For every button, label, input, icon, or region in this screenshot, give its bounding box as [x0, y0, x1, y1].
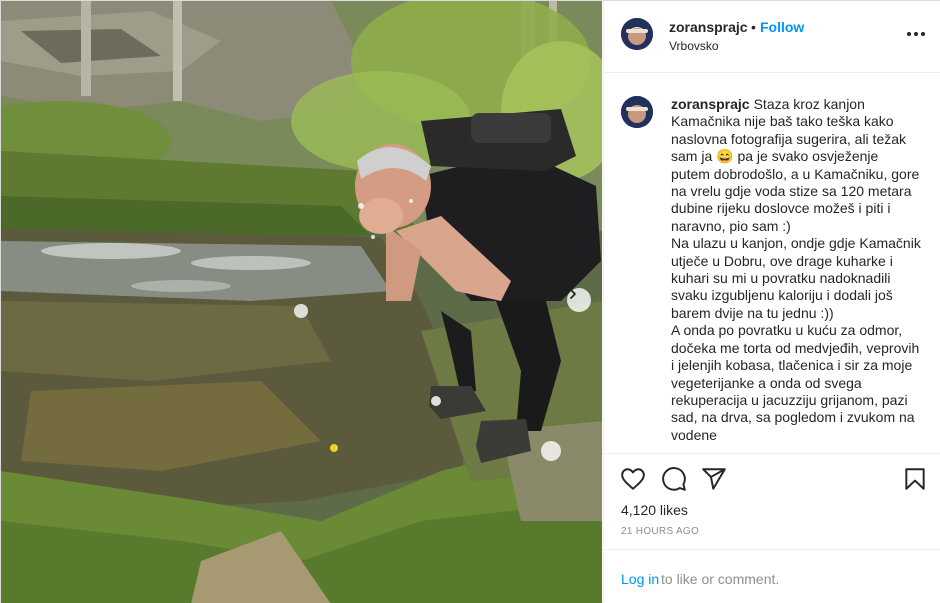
- login-link[interactable]: Log in: [621, 571, 659, 587]
- post-caption: zoransprajc Staza kroz kanjon Kamačnika n…: [671, 96, 921, 448]
- dot: [921, 32, 925, 36]
- instagram-post: zoransprajc • Follow Vrbovsko zoranspraj…: [0, 0, 940, 603]
- header-username[interactable]: zoransprajc: [669, 19, 748, 35]
- likes-count[interactable]: 4,120 likes: [621, 502, 688, 518]
- caption-username[interactable]: zoransprajc: [671, 96, 750, 112]
- save-button[interactable]: [902, 466, 928, 492]
- bookmark-icon: [905, 468, 925, 490]
- location-link[interactable]: Vrbovsko: [669, 39, 719, 53]
- post-actions: 4,120 likes 21 HOURS AGO: [604, 453, 940, 548]
- dot: [914, 32, 918, 36]
- avatar[interactable]: [621, 18, 653, 50]
- avatar-image: [621, 18, 653, 50]
- next-photo-button[interactable]: [567, 288, 591, 312]
- dot: [907, 32, 911, 36]
- chevron-right-icon: [570, 289, 576, 299]
- share-icon: [702, 468, 726, 490]
- like-button[interactable]: [620, 466, 646, 492]
- post-header: zoransprajc • Follow Vrbovsko: [604, 1, 940, 73]
- separator-dot: •: [751, 19, 756, 35]
- avatar-image: [621, 96, 653, 128]
- share-button[interactable]: [701, 466, 727, 492]
- follow-button[interactable]: Follow: [760, 19, 804, 35]
- caption-text: Staza kroz kanjon Kamačnika nije baš tak…: [671, 96, 921, 443]
- heart-icon: [621, 468, 645, 490]
- login-prompt-text: to like or comment.: [661, 571, 780, 587]
- photo-scene: [1, 1, 602, 603]
- more-options-icon[interactable]: [907, 27, 927, 41]
- caption-avatar[interactable]: [621, 96, 653, 128]
- post-timestamp[interactable]: 21 HOURS AGO: [621, 526, 699, 537]
- comment-icon: [662, 467, 686, 491]
- post-sidebar: zoransprajc • Follow Vrbovsko zoranspraj…: [603, 1, 940, 603]
- comment-button[interactable]: [661, 466, 687, 492]
- post-photo[interactable]: [1, 1, 602, 603]
- login-prompt: Log in to like or comment.: [604, 549, 940, 603]
